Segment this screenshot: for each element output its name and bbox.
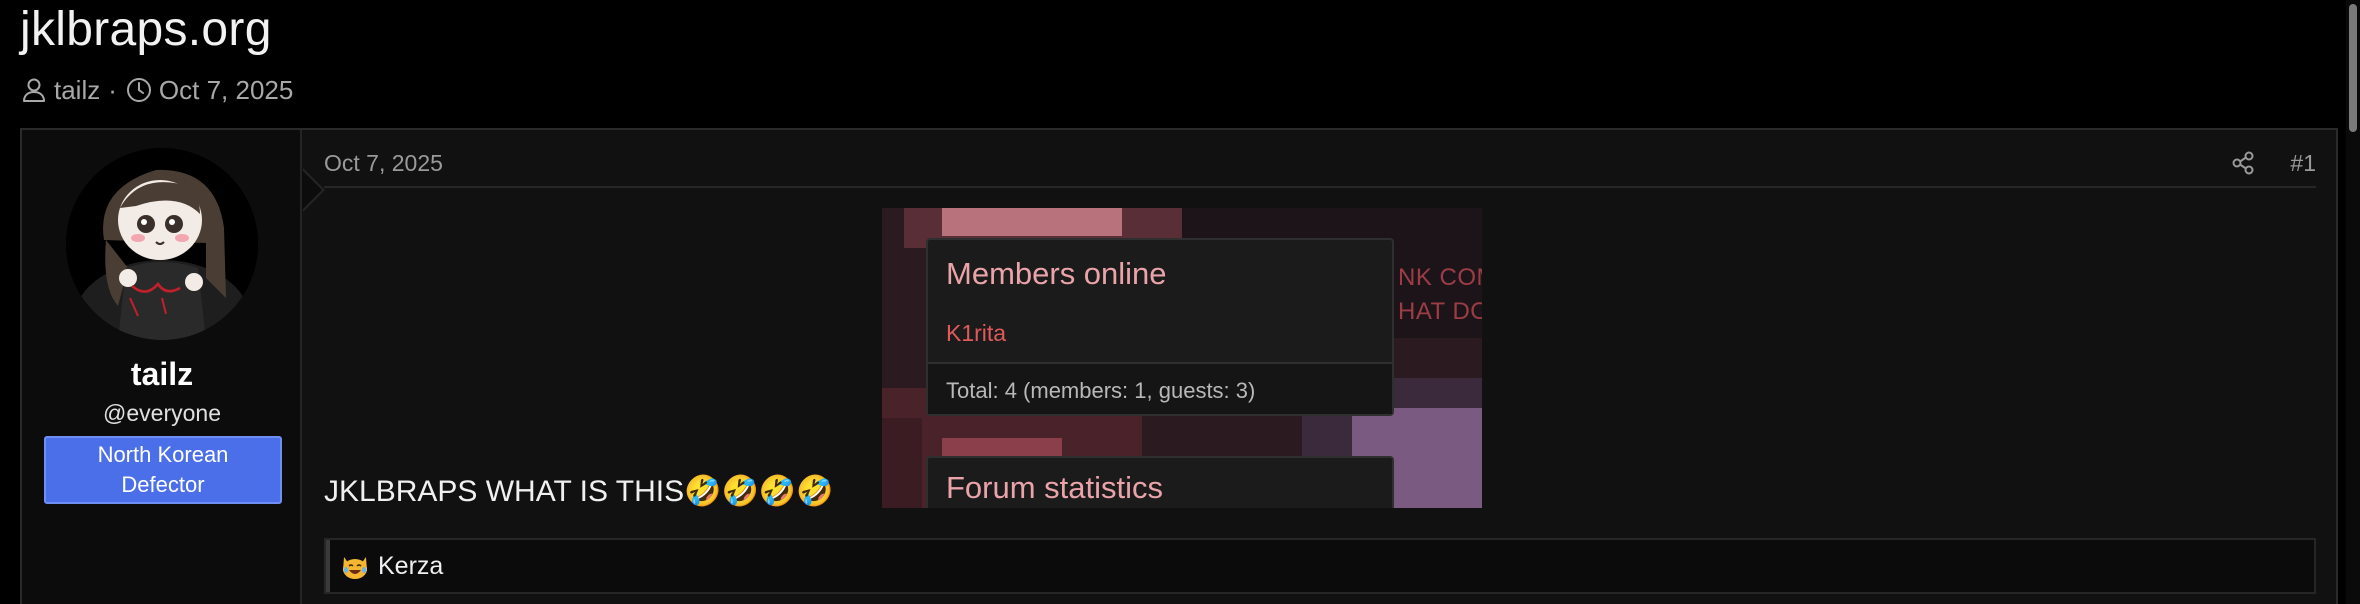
embed-side-text-2: HAT DO (1398, 298, 1482, 325)
user-title: @everyone (103, 400, 221, 426)
embedded-screenshot[interactable]: NK COM HAT DO Members online K1rita Tota… (882, 208, 1482, 508)
thread-date-link[interactable]: Oct 7, 2025 (159, 75, 293, 106)
post: tailz @everyone North Korean Defector Oc… (20, 128, 2338, 604)
meta-separator: · (108, 74, 117, 105)
laughing-cat-icon (340, 551, 370, 581)
post-number-link[interactable]: #1 (2290, 150, 2316, 177)
post-body-text: JKLBRAPS WHAT IS THIS🤣🤣🤣🤣 (324, 475, 834, 508)
online-member: K1rita (946, 320, 1007, 346)
user-icon (20, 76, 48, 104)
post-header: Oct 7, 2025 #1 (324, 130, 2316, 188)
user-banner: North Korean Defector (44, 436, 282, 504)
post-user-sidebar: tailz @everyone North Korean Defector (22, 130, 302, 604)
thread-title: jklbraps.org (20, 3, 272, 56)
post-date[interactable]: Oct 7, 2025 (324, 150, 443, 177)
reactions-bar[interactable]: Kerza (324, 538, 2316, 594)
thread-author-link[interactable]: tailz (54, 75, 100, 106)
forum-statistics-panel: Forum statistics (926, 456, 1394, 508)
avatar[interactable] (66, 148, 258, 340)
post-username[interactable]: tailz (22, 356, 302, 393)
thread-meta: tailz · Oct 7, 2025 (20, 72, 293, 108)
clock-icon (125, 76, 153, 104)
page-scrollbar[interactable] (2346, 0, 2360, 604)
share-icon[interactable] (2230, 150, 2256, 176)
members-online-title: Members online (946, 256, 1167, 291)
forum-statistics-title: Forum statistics (946, 470, 1164, 505)
reaction-user-link[interactable]: Kerza (378, 552, 443, 581)
members-online-total: Total: 4 (members: 1, guests: 3) (946, 378, 1256, 403)
scrollbar-thumb[interactable] (2349, 4, 2357, 132)
post-main: Oct 7, 2025 #1 NK COM (304, 130, 2336, 604)
embed-side-text-1: NK COM (1398, 264, 1482, 291)
members-online-panel: Members online K1rita Total: 4 (members:… (926, 238, 1394, 416)
members-online-footer: Total: 4 (members: 1, guests: 3) (928, 362, 1392, 414)
